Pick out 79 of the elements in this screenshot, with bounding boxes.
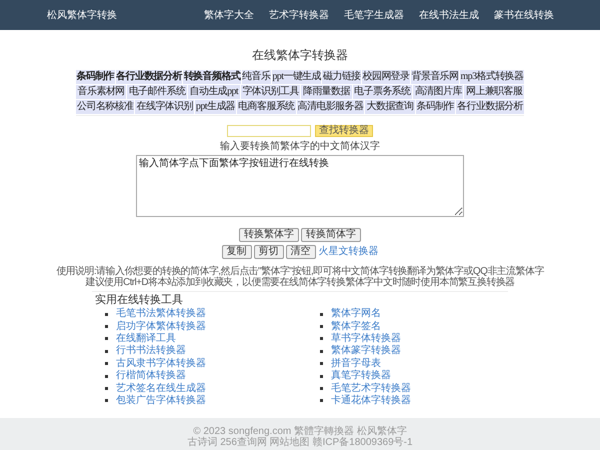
link-cell[interactable]: 背景音乐网	[411, 70, 460, 84]
usage-text: 建议使用Ctrl+D将本站添加到收藏夹，以便需要在线简体字转换繁体字中文时随时使用本简繁互换转换器	[85, 277, 515, 288]
usage-text: 使用说明:请输入你想要的转换的简体字,然后点击"繁体字"按钮,即可将中文简体字转换翻译为繁体字或QQ非主流繁体字	[56, 266, 544, 277]
tool-link[interactable]: 行楷简体转换器	[116, 370, 186, 382]
link-cell[interactable]: 降雨量数据	[301, 85, 352, 99]
bullet-icon	[320, 374, 323, 378]
tool-link[interactable]: 在线翻译工具	[116, 332, 176, 345]
bullet-icon	[105, 325, 108, 328]
link-cell[interactable]: 磁力链接	[322, 70, 362, 84]
page-title: 在线繁体字转换器	[252, 47, 348, 64]
link-cell[interactable]: 公司名称核准	[76, 100, 134, 114]
link-cell[interactable]: 条码制作	[416, 100, 456, 114]
tool-link[interactable]: 启功字体繁体转换器	[116, 320, 206, 333]
text-button[interactable]: 转换繁体字	[239, 228, 299, 242]
link-cell[interactable]: 电商客服系统	[237, 100, 296, 114]
tool-link[interactable]: 包装广告字体转换器	[116, 394, 206, 407]
search-button[interactable]: 查找转换器	[315, 125, 373, 137]
tool-link[interactable]: 真笔字转换器	[331, 370, 391, 382]
site-logo[interactable]: 松风繁体字转换	[47, 8, 117, 22]
bullet-icon	[105, 362, 108, 366]
link-cell[interactable]: 网上兼职客服	[464, 85, 524, 99]
link-cell[interactable]: 高清电影服务器	[296, 100, 364, 114]
text-button[interactable]: 清空	[286, 244, 316, 258]
text-button[interactable]: 复制	[222, 244, 252, 258]
link-cell[interactable]: 电子邮件系统	[127, 85, 187, 99]
link-cell[interactable]: 音乐素材网	[76, 85, 126, 99]
nav-link[interactable]: 艺术字转换器	[269, 8, 329, 22]
bullet-icon	[320, 337, 323, 340]
nav-link[interactable]: 毛笔字生成器	[344, 8, 404, 22]
tool-link[interactable]: 卡通花体字转换器	[331, 394, 411, 407]
tool-link[interactable]: 繁体篆字转换器	[331, 345, 401, 358]
section-heading: 实用在线转换工具	[95, 294, 184, 307]
search-field[interactable]	[227, 125, 311, 137]
text-button[interactable]: 剪切	[254, 244, 284, 258]
tool-link[interactable]: 毛笔艺术字转换器	[331, 382, 411, 395]
link-cell[interactable]: ppt生成器	[194, 100, 236, 114]
bullet-icon	[320, 325, 323, 328]
bullet-icon	[105, 374, 108, 378]
tool-link[interactable]: 草书字体转换器	[331, 332, 401, 345]
bullet-icon	[320, 362, 323, 366]
link-cell[interactable]: 各行业数据分析	[456, 100, 524, 114]
bullet-icon	[105, 399, 108, 402]
nav-link[interactable]: 在线书法生成	[419, 8, 479, 22]
bullet-icon	[105, 312, 108, 316]
bullet-icon	[105, 350, 108, 353]
link-cell[interactable]: 自动生成ppt	[188, 85, 240, 99]
footer-text: © 2023 songfeng.com 繁體字轉換器 松风繁体字	[193, 426, 407, 437]
bullet-icon	[320, 399, 323, 402]
link-cell[interactable]: 条码制作	[76, 70, 115, 84]
bullet-icon	[105, 337, 108, 340]
tool-link[interactable]: 行书书法转换器	[116, 345, 186, 358]
link-cell[interactable]: 高清图片库	[413, 85, 464, 99]
link-cell[interactable]: 纯音乐	[242, 70, 271, 84]
link-cell[interactable]: 各行业数据分析	[116, 70, 182, 84]
input-label: 输入要转换简繁体字的中文简体汉字	[220, 141, 380, 153]
nav-link[interactable]: 繁体字大全	[204, 8, 254, 22]
text-button[interactable]: 转换简体字	[301, 228, 361, 242]
bullet-icon	[105, 387, 108, 390]
converter-link[interactable]: 火星文转换器	[318, 244, 378, 259]
tool-link[interactable]: 拼音字母表	[331, 358, 381, 370]
bullet-icon	[320, 312, 323, 316]
link-cell[interactable]: ppt一键生成	[272, 70, 322, 84]
link-cell[interactable]: mp3格式转换器	[460, 70, 524, 84]
link-cell[interactable]: 转换音频格式	[183, 70, 241, 84]
link-cell[interactable]: 校园网登录	[362, 70, 410, 84]
footer-text: 古诗词 256查询网 网站地图 赣ICP备18009369号-1	[187, 437, 413, 448]
nav-link[interactable]: 篆书在线转换	[494, 8, 554, 22]
tool-link[interactable]: 古风隶书字体转换器	[116, 358, 206, 370]
tool-link[interactable]: 繁体字网名	[331, 308, 381, 320]
tool-link[interactable]: 繁体字签名	[331, 320, 381, 333]
text-input-area[interactable]: 输入简体字点下面繁体字按钮进行在线转换	[136, 155, 464, 217]
link-cell[interactable]: 大数据查询	[365, 100, 415, 114]
bullet-icon	[320, 387, 323, 390]
tool-link[interactable]: 毛笔书法繁体转换器	[116, 308, 206, 320]
link-cell[interactable]: 在线字体识别	[135, 100, 194, 114]
link-cell[interactable]: 电子票务系统	[352, 85, 412, 99]
tool-link[interactable]: 艺术签名在线生成器	[116, 382, 206, 395]
link-cell[interactable]: 字体识别工具	[240, 85, 300, 99]
bullet-icon	[320, 350, 323, 353]
